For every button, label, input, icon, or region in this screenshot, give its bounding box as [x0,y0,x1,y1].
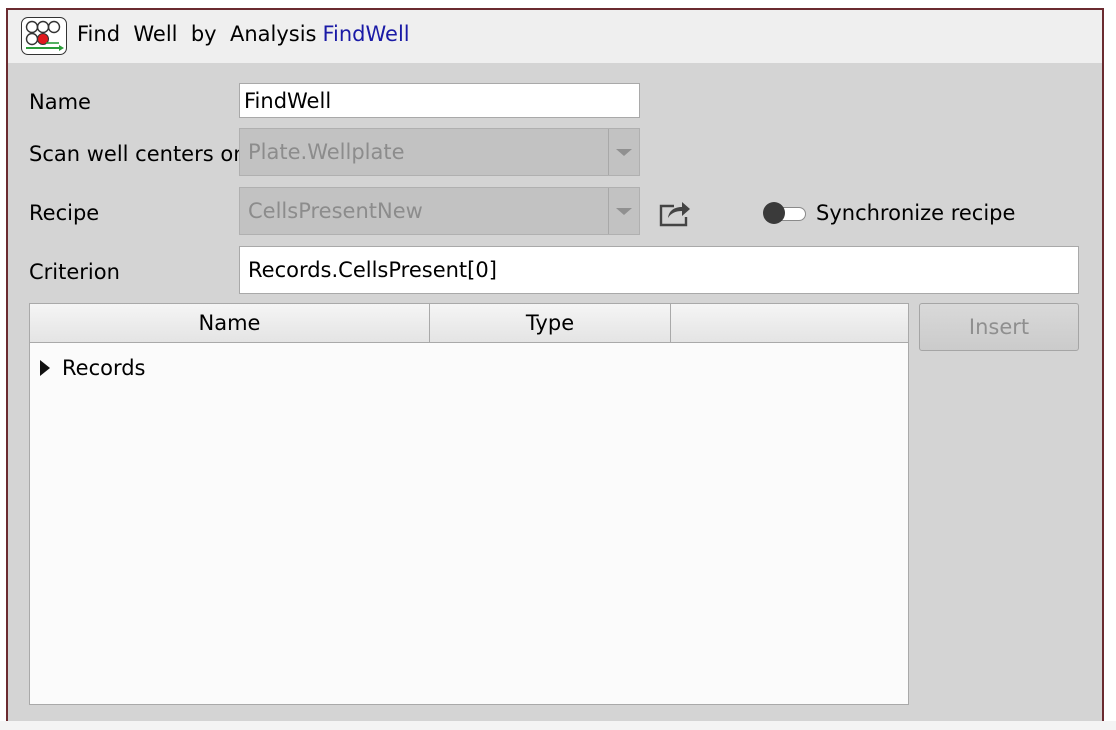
well-plate-analysis-icon [21,17,67,55]
criterion-input[interactable]: Records.CellsPresent[0] [239,246,1079,294]
share-export-icon[interactable] [658,198,692,228]
column-header-name[interactable]: Name [30,304,430,342]
title-bar: Find Well by Analysis FindWell [8,10,1102,63]
dialog-frame: Find Well by Analysis FindWell Name FindW… [6,8,1104,722]
chevron-down-icon[interactable] [608,129,639,175]
records-tree[interactable]: Name Type Records [29,303,909,705]
scan-select-value: Plate.Wellplate [248,140,405,164]
title-name: FindWell [322,22,410,46]
tree-header: Name Type [30,304,908,343]
toggle-knob [763,202,785,224]
criterion-label: Criterion [29,260,120,284]
dialog-title: Find Well by Analysis FindWell [77,22,410,46]
name-label: Name [29,90,91,114]
tree-row-records[interactable]: Records [38,352,146,384]
synchronize-recipe-toggle[interactable] [760,201,806,225]
title-kind: Find Well by Analysis [77,22,317,46]
chevron-down-icon[interactable] [608,188,639,234]
scan-select[interactable]: Plate.Wellplate [239,128,640,176]
recipe-label: Recipe [29,201,100,225]
name-input[interactable]: FindWell [239,83,640,118]
synchronize-recipe-label: Synchronize recipe [816,201,1016,225]
expand-arrow-icon[interactable] [40,360,50,376]
insert-button[interactable]: Insert [919,303,1079,351]
column-header-type[interactable]: Type [430,304,671,342]
recipe-select[interactable]: CellsPresentNew [239,187,640,235]
scan-label: Scan well centers on [29,142,247,166]
tree-row-label: Records [62,356,146,380]
recipe-select-value: CellsPresentNew [248,199,423,223]
column-header-extra[interactable] [671,304,908,342]
window-bottom-edge [0,721,1116,730]
